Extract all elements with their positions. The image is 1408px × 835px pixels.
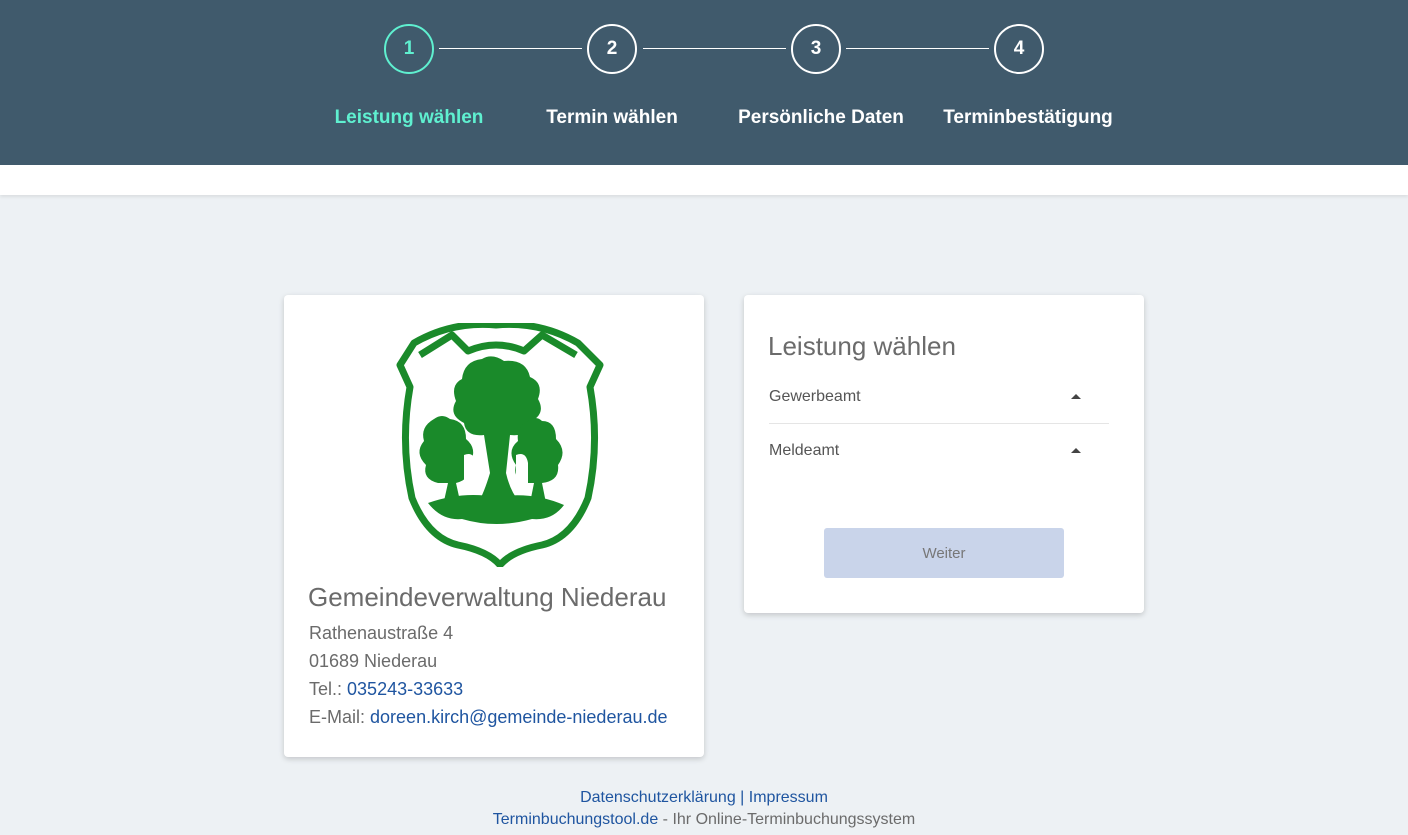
footer-links: Datenschutzerklärung | Impressum (0, 789, 1408, 807)
subheader-bar (0, 165, 1408, 195)
step-connector (439, 48, 582, 49)
street-address: Rathenaustraße 4 (309, 623, 454, 643)
caret-up-icon (1071, 448, 1081, 453)
step-2-label: Termin wählen (546, 107, 678, 128)
step-1-circle[interactable]: 1 (384, 24, 434, 74)
department-label: Gewerbeamt (769, 388, 861, 405)
step-connector (643, 48, 786, 49)
caret-up-icon (1071, 394, 1081, 399)
email-line: E-Mail: doreen.kirch@gemeinde-niederau.d… (309, 707, 668, 728)
step-4-label: Terminbestätigung (943, 107, 1113, 128)
step-2-circle[interactable]: 2 (587, 24, 637, 74)
city-address: 01689 Niederau (309, 651, 438, 671)
department-label: Meldeamt (769, 442, 840, 459)
step-1-label: Leistung wählen (334, 107, 484, 128)
tool-link[interactable]: Terminbuchungstool.de (493, 811, 658, 828)
organization-card: Gemeindeverwaltung Niederau Rathenaustra… (284, 295, 704, 757)
divider (769, 423, 1109, 424)
step-3-circle[interactable]: 3 (791, 24, 841, 74)
email-link[interactable]: doreen.kirch@gemeinde-niederau.de (370, 707, 667, 727)
service-card-title: Leistung wählen (768, 331, 956, 361)
next-button[interactable]: Weiter (824, 528, 1064, 578)
municipality-crest-icon (392, 320, 604, 569)
footer-credit: Terminbuchungstool.de - Ihr Online-Termi… (0, 811, 1408, 829)
stepper: 1 2 3 4 Leistung wählen Termin wählen Pe… (0, 0, 1408, 165)
imprint-link[interactable]: Impressum (749, 789, 828, 806)
phone-label: Tel.: (309, 679, 343, 699)
step-4-circle[interactable]: 4 (994, 24, 1044, 74)
phone-link[interactable]: 035243-33633 (347, 679, 463, 699)
footer-separator: | (740, 789, 745, 806)
step-connector (846, 48, 989, 49)
organization-name: Gemeindeverwaltung Niederau (308, 582, 667, 612)
privacy-link[interactable]: Datenschutzerklärung (580, 789, 736, 806)
progress-header: 1 2 3 4 Leistung wählen Termin wählen Pe… (0, 0, 1408, 165)
email-label: E-Mail: (309, 707, 366, 727)
tool-suffix: - Ihr Online-Terminbuchungssystem (662, 811, 916, 828)
service-selection-card: Leistung wählen Gewerbeamt Meldeamt Weit… (744, 295, 1144, 613)
step-3-label: Persönliche Daten (738, 107, 904, 128)
department-gewerbeamt[interactable]: Gewerbeamt (768, 375, 1112, 421)
department-meldeamt[interactable]: Meldeamt (768, 429, 1112, 475)
phone-line: Tel.: 035243-33633 (309, 679, 463, 700)
